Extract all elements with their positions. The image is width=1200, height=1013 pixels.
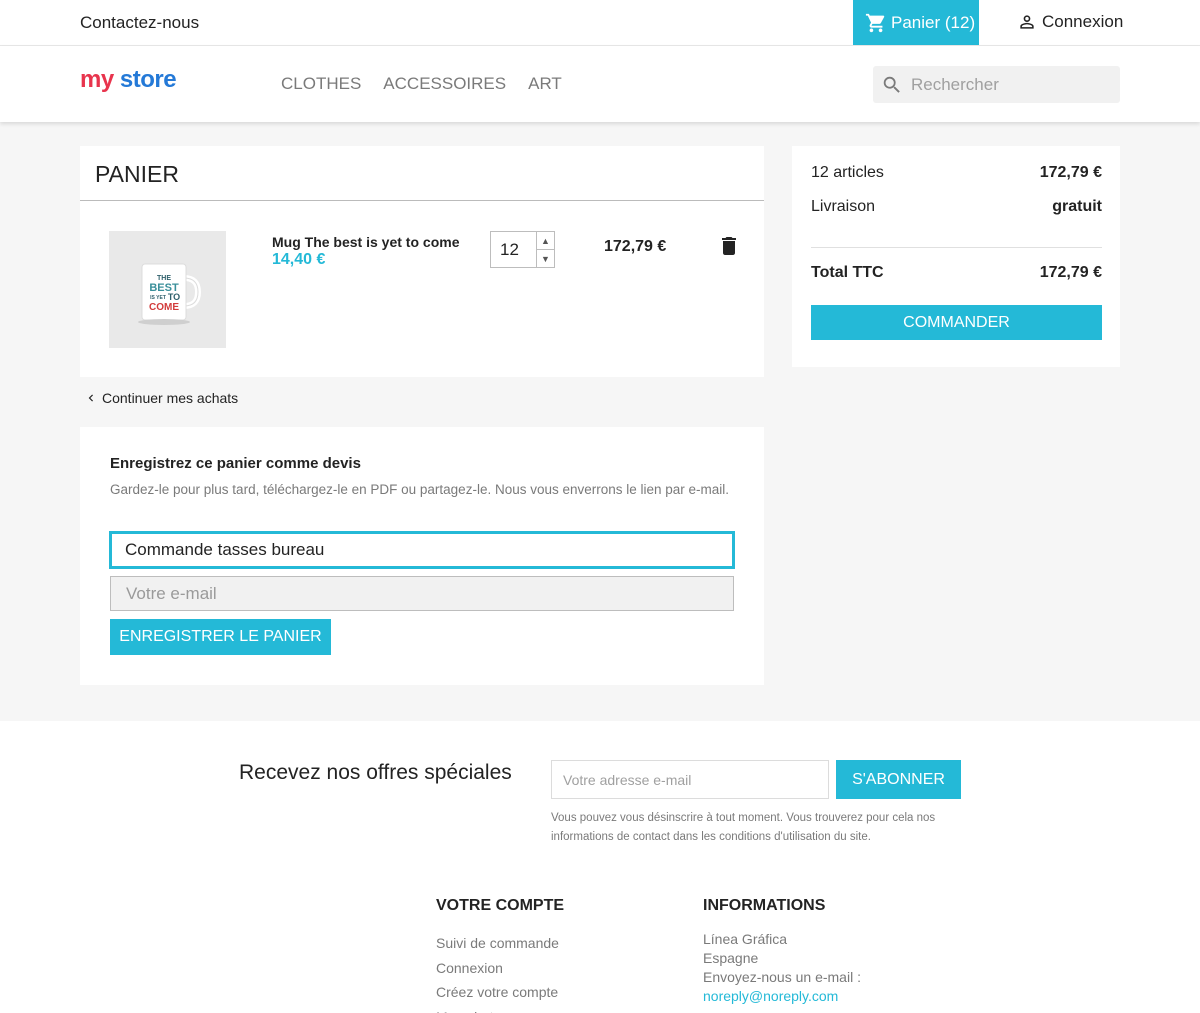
footer: Recevez nos offres spéciales S'ABONNER V… <box>0 721 1200 1013</box>
chevron-left-icon <box>88 394 93 402</box>
cart-count: (12) <box>944 12 976 32</box>
quote-title: Enregistrez ce panier comme devis <box>110 455 361 472</box>
save-quote-panel: Enregistrez ce panier comme devis Gardez… <box>80 427 764 685</box>
product-unit-price: 14,40 € <box>272 251 326 268</box>
info-email-link[interactable]: noreply@noreply.com <box>703 987 861 1006</box>
cart-label: Panier <box>891 12 941 32</box>
subscribe-button[interactable]: S'ABONNER <box>836 760 961 799</box>
logo-word-2: store <box>119 66 177 93</box>
mug-text-3: IS YET <box>150 295 166 301</box>
header: my store CLOTHES ACCESSOIRES ART <box>0 46 1200 122</box>
summary-total-value: 172,79 € <box>1039 264 1102 281</box>
cart-summary: 12 articles 172,79 € Livraison gratuit T… <box>792 146 1120 367</box>
store-info: Línea Gráfica Espagne Envoyez-nous un e-… <box>703 930 861 1006</box>
cart-panel: PANIER THE BEST IS YET TO COME Mug The b… <box>80 146 764 377</box>
nav-item-clothes[interactable]: CLOTHES <box>281 74 361 94</box>
cart-title: PANIER <box>95 161 179 187</box>
info-country: Espagne <box>703 950 759 966</box>
user-icon <box>1020 15 1034 29</box>
contact-link[interactable]: Contactez-nous <box>80 13 199 33</box>
shopping-cart-icon <box>865 13 885 32</box>
store-logo[interactable]: my store <box>80 66 177 94</box>
newsletter-email-input[interactable] <box>551 760 829 799</box>
summary-items-row: 12 articles 172,79 € <box>811 164 1102 182</box>
summary-shipping-label: Livraison <box>811 198 876 215</box>
summary-items-label: 12 articles <box>811 164 884 181</box>
quote-description: Gardez-le pour plus tard, téléchargez-le… <box>110 482 730 497</box>
summary-total-label: Total TTC <box>811 264 884 281</box>
quote-email-field[interactable] <box>110 576 734 611</box>
quantity-stepper: ▲ ▼ <box>490 231 555 268</box>
newsletter-note: Vous pouvez vous désinscrire à tout mome… <box>551 812 936 843</box>
trash-icon[interactable] <box>721 237 737 255</box>
summary-shipping-value: gratuit <box>1052 198 1102 215</box>
product-name[interactable]: Mug The best is yet to come <box>272 234 459 250</box>
footer-link-create-account[interactable]: Créez votre compte <box>436 980 559 1005</box>
quantity-input[interactable] <box>491 232 536 267</box>
search-box <box>873 66 1120 103</box>
quantity-spin: ▲ ▼ <box>536 232 554 267</box>
summary-items-value: 172,79 € <box>1039 164 1102 181</box>
nav-item-accessoires[interactable]: ACCESSOIRES <box>383 74 506 94</box>
save-cart-button[interactable]: ENREGISTRER LE PANIER <box>110 619 331 655</box>
login-link[interactable]: Connexion <box>1017 12 1123 32</box>
summary-shipping-row: Livraison gratuit <box>811 198 1102 216</box>
account-column-title: VOTRE COMPTE <box>436 897 565 914</box>
account-links: Suivi de commande Connexion Créez votre … <box>436 931 559 1013</box>
login-label: Connexion <box>1042 12 1124 31</box>
line-total: 172,79 € <box>604 238 667 255</box>
summary-total-row: Total TTC 172,79 € <box>811 264 1102 282</box>
continue-shopping-link[interactable]: Continuer mes achats <box>84 390 238 406</box>
info-email-label: Envoyez-nous un e-mail : <box>703 969 861 985</box>
footer-link-alerts[interactable]: Mes alertes <box>436 1005 559 1013</box>
cart-button[interactable]: Panier (12) <box>853 0 979 45</box>
main-nav: CLOTHES ACCESSOIRES ART <box>281 74 562 94</box>
info-company: Línea Gráfica <box>703 931 788 947</box>
checkout-button[interactable]: COMMANDER <box>811 305 1102 340</box>
info-column-title: INFORMATIONS <box>703 897 826 914</box>
chevron-up-icon[interactable]: ▲ <box>537 232 554 250</box>
divider <box>811 247 1102 248</box>
nav-item-art[interactable]: ART <box>528 74 562 94</box>
product-image[interactable]: THE BEST IS YET TO COME <box>109 231 226 348</box>
footer-link-login[interactable]: Connexion <box>436 956 559 981</box>
search-input[interactable] <box>911 74 1101 95</box>
logo-word-1: my <box>80 66 114 93</box>
chevron-down-icon[interactable]: ▼ <box>537 250 554 267</box>
divider <box>80 200 764 201</box>
top-bar: Contactez-nous Panier (12) Connexion <box>0 0 1200 46</box>
mug-text-5: COME <box>149 302 179 313</box>
search-icon[interactable] <box>881 74 903 96</box>
newsletter-title: Recevez nos offres spéciales <box>239 761 512 784</box>
continue-label: Continuer mes achats <box>102 390 239 406</box>
mug-image: THE BEST IS YET TO COME <box>137 263 201 325</box>
footer-link-order-tracking[interactable]: Suivi de commande <box>436 931 559 956</box>
quote-name-field[interactable] <box>109 531 735 569</box>
mug-text-4: TO <box>167 292 179 302</box>
mug-text-1: THE <box>157 275 171 282</box>
